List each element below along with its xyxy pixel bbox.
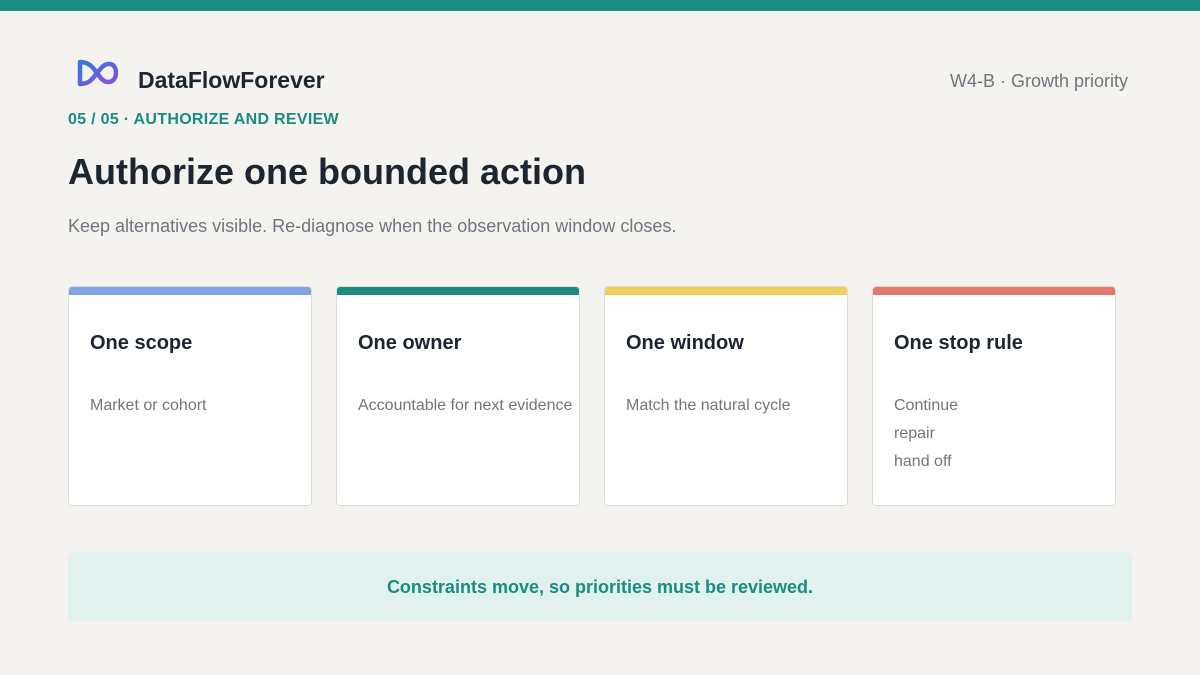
card-title: One stop rule xyxy=(894,332,1023,354)
brand: DataFlowForever xyxy=(76,58,325,93)
card-body: Match the natural cycle xyxy=(626,392,791,420)
infinity-logo-icon xyxy=(77,59,118,87)
card-accent xyxy=(873,287,1115,295)
card-body: Accountable for next evidence xyxy=(358,392,572,420)
page-subtitle: Keep alternatives visible. Re-diagnose w… xyxy=(68,216,677,236)
card-owner: One owner Accountable for next evidence xyxy=(336,286,580,506)
card-line: repair xyxy=(894,425,935,442)
card-line: hand off xyxy=(894,453,952,470)
card-line: Match the natural cycle xyxy=(626,397,791,414)
brand-name: DataFlowForever xyxy=(138,67,325,93)
card-line: Market or cohort xyxy=(90,397,207,414)
card-title: One owner xyxy=(358,332,462,354)
banner-text: Constraints move, so priorities must be … xyxy=(386,576,814,597)
card-title: One window xyxy=(626,332,744,354)
card-line: Accountable for next evidence xyxy=(358,397,573,414)
meta-label: W4-B · Growth priority xyxy=(949,71,1128,91)
card-title: One scope xyxy=(90,332,193,354)
card-line: Continue xyxy=(894,397,959,414)
top-accent-bar xyxy=(0,0,1200,11)
card-scope: One scope Market or cohort xyxy=(68,286,312,506)
card-body: Continue repair hand off xyxy=(894,392,958,476)
card-body: Market or cohort xyxy=(90,392,206,420)
card-accent xyxy=(337,287,579,295)
card-accent xyxy=(69,287,311,295)
card-stop-rule: One stop rule Continue repair hand off xyxy=(872,286,1116,506)
page-title: Authorize one bounded action xyxy=(68,151,586,192)
card-accent xyxy=(605,287,847,295)
card-window: One window Match the natural cycle xyxy=(604,286,848,506)
step-eyebrow: 05 / 05 · AUTHORIZE AND REVIEW xyxy=(68,111,339,128)
review-banner: Constraints move, so priorities must be … xyxy=(68,552,1132,622)
